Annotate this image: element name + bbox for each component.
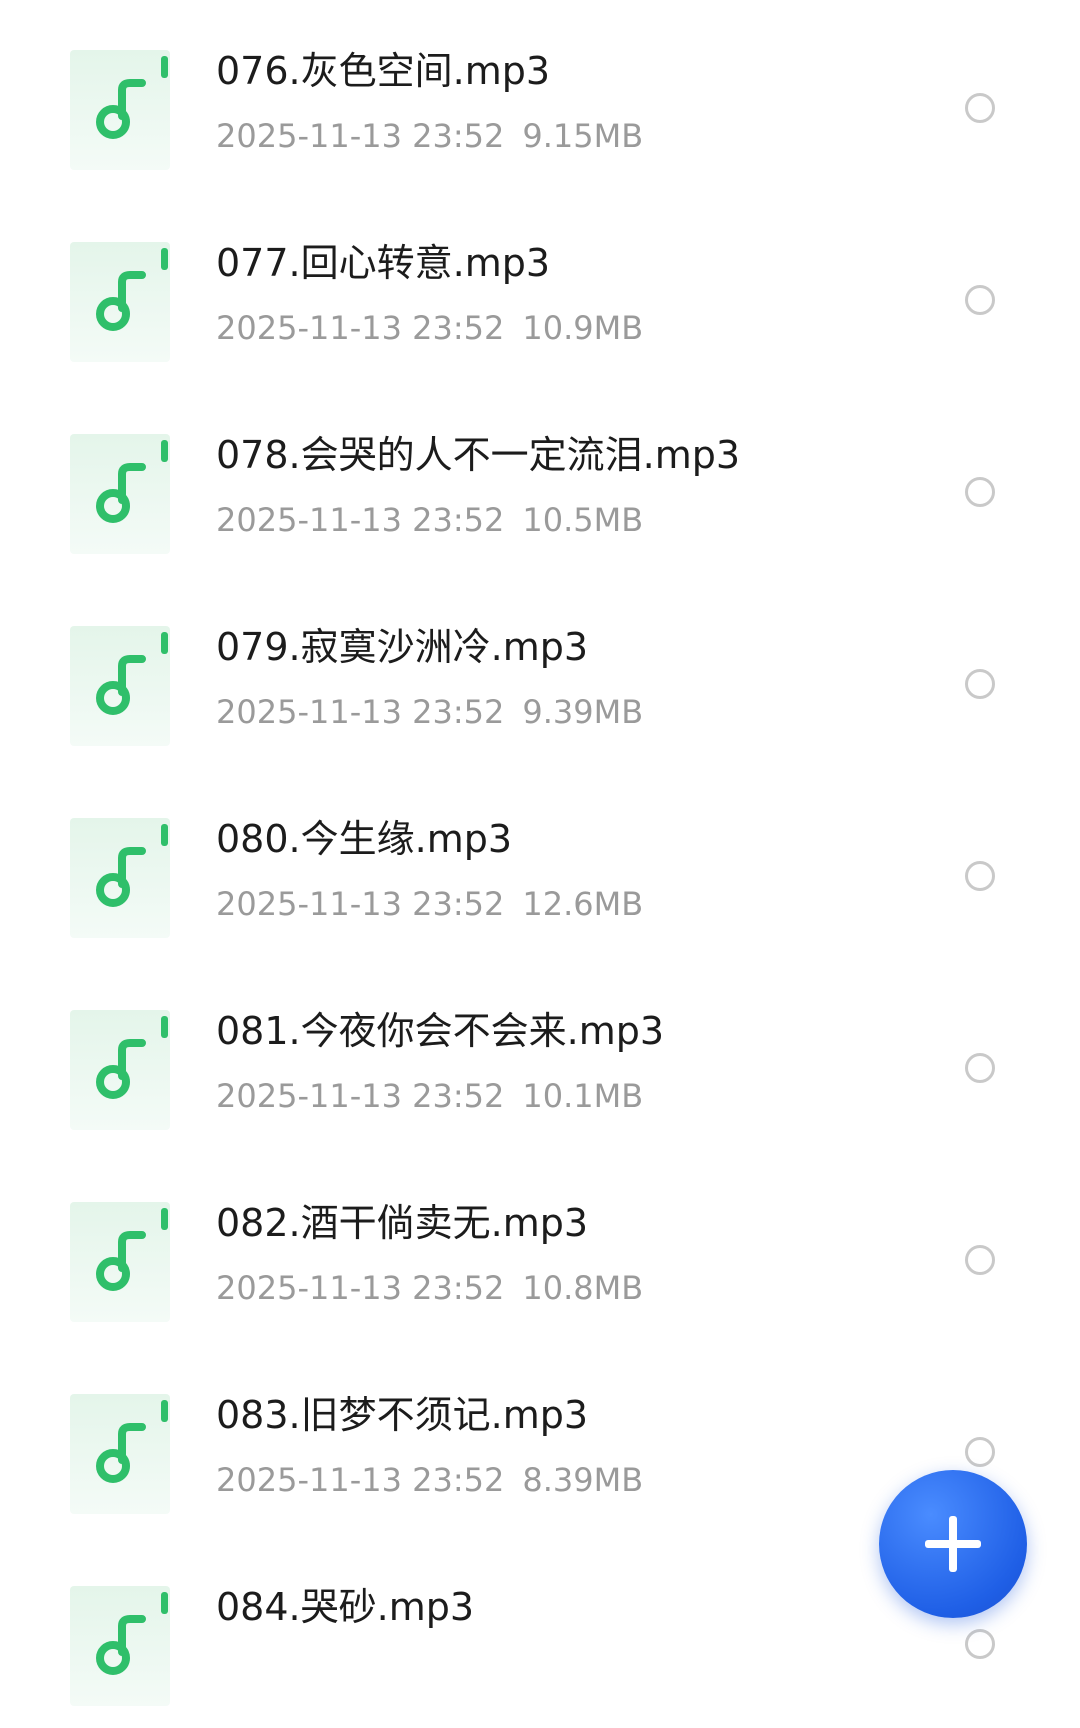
file-row[interactable]: 081.今夜你会不会来.mp3 2025-11-13 23:52 10.1MB [0, 960, 1080, 1152]
file-date: 2025-11-13 23:52 [216, 1461, 505, 1499]
file-date: 2025-11-13 23:52 [216, 1077, 505, 1115]
file-meta: 2025-11-13 23:52 8.39MB [216, 1464, 643, 1496]
file-name: 076.灰色空间.mp3 [216, 49, 551, 93]
radio-unchecked-icon[interactable] [965, 1629, 995, 1659]
file-row[interactable]: 077.回心转意.mp3 2025-11-13 23:52 10.9MB [0, 192, 1080, 384]
plus-icon [925, 1516, 981, 1572]
file-date: 2025-11-13 23:52 [216, 693, 505, 731]
file-date: 2025-11-13 23:52 [216, 1269, 505, 1307]
radio-unchecked-icon[interactable] [965, 1053, 995, 1083]
music-note-icon [70, 818, 170, 938]
file-meta: 2025-11-13 23:52 10.8MB [216, 1272, 643, 1304]
file-size: 10.8MB [522, 1269, 644, 1307]
file-date: 2025-11-13 23:52 [216, 501, 505, 539]
file-meta: 2025-11-13 23:52 9.15MB [216, 120, 643, 152]
file-size: 9.39MB [522, 693, 644, 731]
file-meta: 2025-11-13 23:52 10.9MB [216, 312, 643, 344]
file-name: 082.酒干倘卖无.mp3 [216, 1201, 589, 1245]
file-row[interactable]: 080.今生缘.mp3 2025-11-13 23:52 12.6MB [0, 768, 1080, 960]
add-button[interactable] [879, 1470, 1027, 1618]
radio-unchecked-icon[interactable] [965, 93, 995, 123]
file-name: 081.今夜你会不会来.mp3 [216, 1009, 665, 1053]
radio-unchecked-icon[interactable] [965, 669, 995, 699]
radio-unchecked-icon[interactable] [965, 1245, 995, 1275]
file-size: 10.1MB [522, 1077, 644, 1115]
radio-unchecked-icon[interactable] [965, 477, 995, 507]
file-name: 080.今生缘.mp3 [216, 817, 513, 861]
radio-unchecked-icon[interactable] [965, 285, 995, 315]
file-size: 8.39MB [522, 1461, 644, 1499]
file-name: 083.旧梦不须记.mp3 [216, 1393, 589, 1437]
file-date: 2025-11-13 23:52 [216, 309, 505, 347]
radio-unchecked-icon[interactable] [965, 861, 995, 891]
file-size: 9.15MB [522, 117, 644, 155]
music-note-icon [70, 1586, 170, 1706]
file-name: 078.会哭的人不一定流泪.mp3 [216, 433, 741, 477]
music-note-icon [70, 434, 170, 554]
file-name: 079.寂寞沙洲冷.mp3 [216, 625, 589, 669]
file-row[interactable]: 079.寂寞沙洲冷.mp3 2025-11-13 23:52 9.39MB [0, 576, 1080, 768]
music-note-icon [70, 1010, 170, 1130]
music-note-icon [70, 1394, 170, 1514]
music-note-icon [70, 50, 170, 170]
file-name: 084.哭砂.mp3 [216, 1585, 475, 1629]
file-row[interactable]: 078.会哭的人不一定流泪.mp3 2025-11-13 23:52 10.5MB [0, 384, 1080, 576]
file-row[interactable]: 076.灰色空间.mp3 2025-11-13 23:52 9.15MB [0, 0, 1080, 192]
file-name: 077.回心转意.mp3 [216, 241, 551, 285]
music-note-icon [70, 242, 170, 362]
file-meta: 2025-11-13 23:52 9.39MB [216, 696, 643, 728]
file-date: 2025-11-13 23:52 [216, 885, 505, 923]
file-meta: 2025-11-13 23:52 12.6MB [216, 888, 643, 920]
file-list: 076.灰色空间.mp3 2025-11-13 23:52 9.15MB 077.… [0, 0, 1080, 1706]
file-row[interactable]: 082.酒干倘卖无.mp3 2025-11-13 23:52 10.8MB [0, 1152, 1080, 1344]
radio-unchecked-icon[interactable] [965, 1437, 995, 1467]
music-note-icon [70, 1202, 170, 1322]
file-size: 10.9MB [522, 309, 644, 347]
file-size: 12.6MB [522, 885, 644, 923]
music-note-icon [70, 626, 170, 746]
file-date: 2025-11-13 23:52 [216, 117, 505, 155]
file-meta: 2025-11-13 23:52 10.5MB [216, 504, 643, 536]
file-meta: 2025-11-13 23:52 10.1MB [216, 1080, 643, 1112]
file-size: 10.5MB [522, 501, 644, 539]
